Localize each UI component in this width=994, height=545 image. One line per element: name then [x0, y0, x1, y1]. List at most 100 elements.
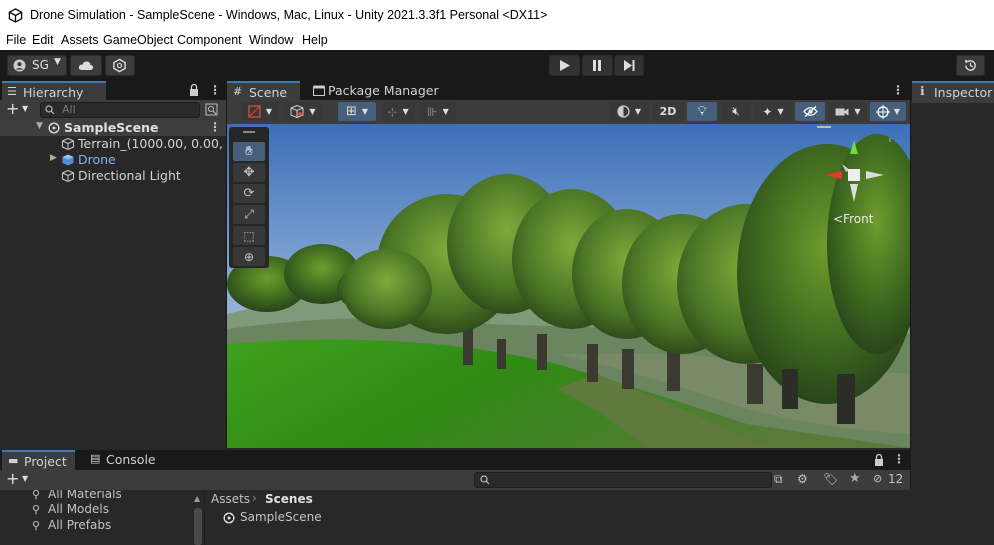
transform-tool[interactable]: ⊕: [233, 247, 265, 266]
breadcrumb-scenes[interactable]: Scenes: [265, 492, 313, 506]
chevron-down-icon: ▼: [402, 107, 409, 116]
add-icon[interactable]: +: [6, 99, 19, 118]
pause-button[interactable]: [582, 55, 613, 76]
chevron-down-icon: ▼: [634, 107, 642, 116]
expand-arrow-icon[interactable]: ▶: [50, 153, 57, 163]
move-tool[interactable]: ✥: [233, 163, 265, 182]
play-icon: [560, 60, 570, 71]
draw-mode-dropdown[interactable]: ▼: [241, 102, 279, 121]
audio-toggle[interactable]: 🔇︎: [721, 102, 751, 121]
visibility-toggle[interactable]: [795, 102, 825, 121]
menu-gameobject[interactable]: GameObject: [103, 33, 173, 47]
history-button[interactable]: [956, 55, 985, 76]
chevron-down-icon: ▼: [442, 107, 449, 116]
scene-row[interactable]: ▼ SampleScene ⋮: [0, 120, 226, 136]
menu-bar: File Edit Assets GameObject Component Wi…: [0, 32, 994, 50]
scene-viewport[interactable]: ✋︎ ✥ ⟳ ⤢ ⬚ ⊕ <Front: [227, 124, 910, 448]
more-options-icon[interactable]: ⋮: [209, 83, 221, 97]
hand-tool[interactable]: ✋︎: [233, 142, 265, 161]
increment-snap-dropdown[interactable]: ⊹ ▼: [381, 102, 415, 121]
search-icon: ⚲: [32, 490, 41, 501]
grid-snap-toggle[interactable]: ⊞ ▼: [338, 102, 376, 121]
tools-overlay: ✋︎ ✥ ⟳ ⤢ ⬚ ⊕: [229, 127, 269, 268]
favorite-star-icon[interactable]: ★: [849, 471, 861, 486]
lightbulb-icon: 💡︎: [697, 104, 707, 119]
tab-console[interactable]: ▤ Console: [84, 450, 164, 470]
lock-icon[interactable]: [189, 84, 199, 96]
tab-inspector[interactable]: ℹ Inspector: [912, 81, 994, 103]
terrain-label: Terrain_(1000.00, 0.00, 10: [78, 136, 225, 151]
expand-arrow-icon[interactable]: ▼: [36, 121, 43, 131]
label-tag-icon[interactable]: 🏷︎: [823, 472, 838, 486]
lighting-toggle[interactable]: 💡︎: [687, 102, 717, 121]
search-icon: [480, 475, 490, 485]
render-mode-dropdown[interactable]: ▼: [284, 102, 322, 121]
grid-settings-dropdown[interactable]: ⊪ ▼: [420, 102, 456, 121]
file-label: SampleScene: [240, 510, 322, 524]
folder-icon: ▬: [8, 454, 19, 467]
effects-icon: ✦: [762, 104, 773, 119]
search-by-type-icon[interactable]: ⧉: [774, 472, 783, 487]
effects-dropdown[interactable]: ✦ ▼: [754, 102, 792, 121]
chevron-down-icon[interactable]: ▼: [22, 474, 28, 483]
camera-mode-dropdown[interactable]: ▼: [609, 102, 649, 121]
menu-component[interactable]: Component: [177, 33, 242, 47]
package-manager-tab-label: Package Manager: [328, 83, 439, 98]
search-icon: ⚲: [32, 519, 41, 532]
hierarchy-tabbar: ☰ Hierarchy ⋮: [0, 81, 226, 103]
cloud-button[interactable]: [70, 55, 102, 76]
project-search-input[interactable]: [474, 472, 772, 488]
gizmos-dropdown[interactable]: ▼: [870, 102, 906, 121]
play-button[interactable]: [549, 55, 580, 76]
2d-toggle[interactable]: 2D: [652, 102, 684, 121]
cloud-icon: [78, 61, 94, 70]
gizmo-grip-icon[interactable]: [817, 126, 831, 128]
scrollbar-thumb[interactable]: [194, 508, 202, 545]
account-dropdown[interactable]: SG ▼: [7, 55, 67, 76]
rotate-tool[interactable]: ⟳: [233, 184, 265, 203]
menu-help[interactable]: Help: [302, 33, 328, 47]
grid-icon: #: [233, 85, 243, 98]
favorite-label: All Materials: [48, 490, 122, 501]
drone-label: Drone: [78, 152, 116, 167]
more-options-icon[interactable]: ⋮: [893, 452, 905, 466]
add-icon[interactable]: +: [6, 469, 19, 488]
hierarchy-item-terrain[interactable]: Terrain_(1000.00, 0.00, 10: [0, 136, 226, 152]
chevron-down-icon: ▼: [265, 107, 273, 116]
menu-edit[interactable]: Edit: [32, 33, 54, 47]
lock-icon[interactable]: [874, 454, 884, 466]
cube-icon: [290, 105, 304, 118]
menu-assets[interactable]: Assets: [61, 33, 99, 47]
scene-more-icon[interactable]: ⋮: [209, 120, 221, 134]
chevron-down-icon: ▼: [777, 107, 784, 116]
main-toolbar: SG ▼: [0, 50, 994, 81]
tab-package-manager[interactable]: Package Manager: [307, 81, 442, 101]
hierarchy-search-input[interactable]: All: [40, 102, 200, 118]
rotate-icon: ⟳: [243, 186, 255, 201]
orientation-gizmo[interactable]: [812, 134, 892, 209]
menu-window[interactable]: Window: [249, 33, 293, 47]
hierarchy-item-drone[interactable]: ▶ Drone: [0, 152, 226, 168]
scene-camera-dropdown[interactable]: ▼: [829, 102, 867, 121]
snap-icon: ⊹: [387, 104, 398, 119]
window-title: Drone Simulation - SampleScene - Windows…: [30, 8, 548, 22]
hidden-packages-icon[interactable]: ⊘: [873, 472, 882, 485]
breadcrumb-assets[interactable]: Assets: [211, 492, 250, 506]
collab-button[interactable]: [105, 55, 135, 76]
audio-mute-icon: 🔇︎: [732, 104, 740, 118]
rect-tool[interactable]: ⬚: [233, 226, 265, 245]
console-tab-label: Console: [106, 452, 156, 467]
gizmo-icon: [875, 104, 890, 119]
scene-search-icon[interactable]: [205, 103, 218, 116]
scroll-up-icon[interactable]: ▲: [194, 494, 200, 503]
scale-tool[interactable]: ⤢: [233, 205, 265, 224]
filter-by-type-icon[interactable]: ⚙: [797, 472, 808, 486]
overlay-grip-icon[interactable]: [243, 131, 255, 133]
hierarchy-item-directional-light[interactable]: Directional Light: [0, 168, 226, 184]
chevron-down-icon[interactable]: ▼: [22, 104, 28, 113]
menu-file[interactable]: File: [6, 33, 26, 47]
view-label[interactable]: <Front: [833, 212, 873, 226]
step-button[interactable]: [614, 55, 644, 76]
more-options-icon[interactable]: ⋮: [892, 83, 904, 97]
unity-scene-icon: [48, 122, 60, 134]
